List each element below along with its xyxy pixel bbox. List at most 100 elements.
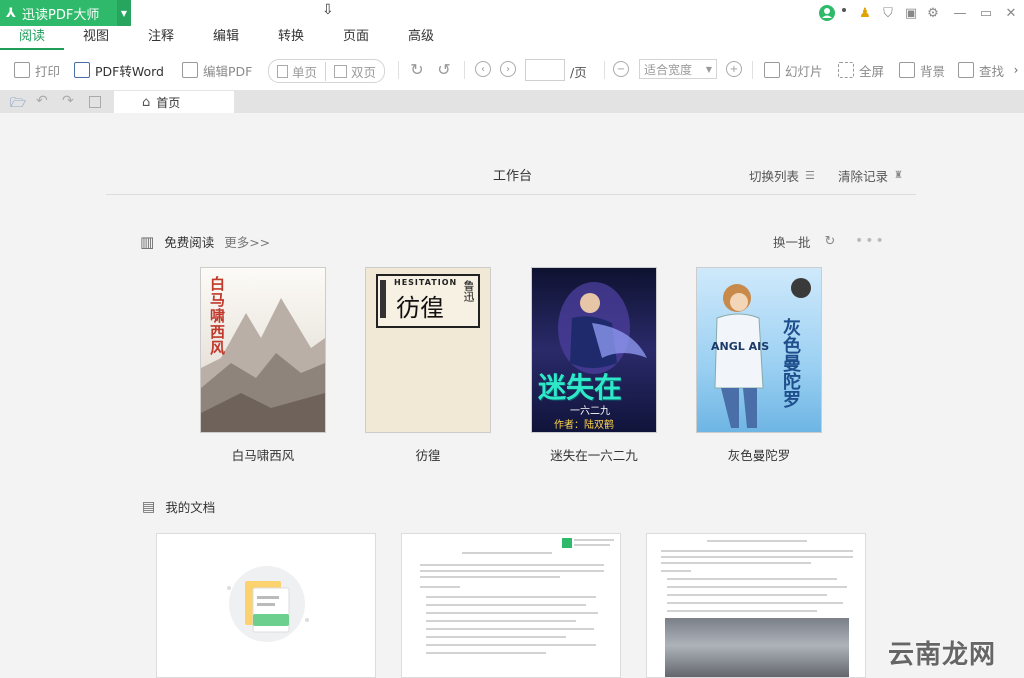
settings-icon[interactable]: ⚙ [924, 4, 942, 22]
app-logo-icon [562, 538, 572, 548]
title-bar: ⅄ 迅读PDF大师 ▼ ⇩ ♟ ⛉ ▣ ⚙ — ▭ ✕ [0, 0, 1024, 26]
menu-tab-view[interactable]: 视图 [64, 26, 128, 48]
book-cover-subtitle: 一六二九 [570, 406, 610, 417]
single-page-icon [277, 64, 288, 78]
toolbar-divider [464, 61, 465, 79]
book-title[interactable]: 白马啸西风 [183, 445, 343, 464]
single-page-button[interactable]: 单页 [269, 62, 325, 81]
free-reading-title: 免费阅读 [164, 235, 215, 250]
book-cover-subtitle: ANGL AIS [711, 340, 770, 353]
background-button[interactable]: 背景 [899, 60, 945, 80]
divider [106, 194, 916, 195]
previous-page-icon[interactable]: ‹ [475, 61, 491, 77]
rotate-clockwise-icon[interactable]: ↻ [409, 60, 425, 79]
switch-list-label: 切换列表 [749, 169, 800, 184]
single-page-label: 单页 [292, 64, 318, 80]
book-cover-author: 作者：陆双鹤 [554, 420, 614, 431]
app-menu-button[interactable]: ⅄ 迅读PDF大师 ▼ [0, 0, 131, 26]
toolbar-more-icon[interactable]: › [1008, 58, 1024, 82]
background-icon [899, 62, 915, 78]
redo-icon[interactable]: ↷ [62, 93, 74, 109]
change-batch-label: 换一批 [773, 235, 811, 250]
fullscreen-button[interactable]: 全屏 [838, 60, 884, 80]
menu-tab-page[interactable]: 页面 [324, 26, 388, 48]
shirt-icon[interactable]: ⛉ [879, 4, 897, 22]
double-page-label: 双页 [351, 64, 377, 80]
status-dot [842, 8, 846, 12]
book-cover-subtitle: HESITATION [394, 278, 458, 287]
pdf-to-word-button[interactable]: PDF转Word [74, 60, 164, 80]
chevron-down-icon[interactable]: ▼ [117, 0, 131, 26]
undo-icon[interactable]: ↶ [36, 93, 48, 109]
user-avatar-icon[interactable] [818, 4, 836, 22]
document-card[interactable] [646, 533, 866, 678]
book-cover[interactable]: ANGL AIS 灰色曼陀罗 [697, 268, 821, 432]
more-link[interactable]: 更多>> [224, 232, 270, 251]
find-button[interactable]: 查找 [958, 60, 1004, 80]
tab-home-label: 首页 [156, 95, 181, 110]
next-page-icon[interactable]: › [500, 61, 516, 77]
empty-document-illustration [227, 566, 309, 642]
print-button[interactable]: 打印 [14, 60, 60, 80]
app-name: 迅读PDF大师 [22, 7, 100, 23]
open-folder-icon[interactable]: 🗁 [10, 94, 26, 116]
zoom-select[interactable]: 适合宽度 ▼ [639, 59, 717, 79]
rotate-counterclockwise-icon[interactable]: ↺ [436, 60, 452, 79]
home-icon: ⌂ [142, 94, 151, 110]
toolbar: 打印 PDF转Word 编辑PDF 单页 双页 ↻ ↺ ‹ › /页 − 适合宽… [0, 50, 1024, 91]
printer-icon [14, 62, 30, 78]
more-options-icon[interactable]: ••• [855, 233, 886, 249]
book-cover-title: 彷徨 [396, 294, 444, 322]
pdf-to-word-icon [74, 62, 90, 78]
free-reading-header: ▥ 免费阅读 更多>> [140, 232, 270, 251]
menu-tab-annotate[interactable]: 注释 [129, 26, 193, 48]
clear-history-button[interactable]: 清除记录 ♜ [838, 166, 903, 185]
menu-tab-advanced[interactable]: 高级 [389, 26, 453, 48]
page-number-input[interactable] [525, 59, 565, 81]
slideshow-icon [764, 62, 780, 78]
document-card-empty[interactable] [156, 533, 376, 678]
close-icon[interactable]: ✕ [1002, 4, 1020, 22]
zoom-select-value: 适合宽度 [644, 62, 693, 77]
toolbar-divider [398, 61, 399, 79]
workbench-title: 工作台 [493, 169, 533, 184]
tab-home[interactable]: ⌂ 首页 [114, 91, 234, 113]
zoom-in-icon[interactable]: + [726, 61, 742, 77]
book-title[interactable]: 迷失在一六二九 [514, 445, 674, 464]
change-batch-button[interactable]: 换一批 ↻ [773, 232, 835, 251]
pdf-to-word-label: PDF转Word [95, 63, 164, 79]
double-page-icon [334, 64, 348, 78]
book-cover-title: 灰色曼陀罗 [780, 318, 801, 408]
maximize-icon[interactable]: ▭ [977, 4, 995, 22]
double-page-button[interactable]: 双页 [325, 61, 384, 81]
edit-pdf-button[interactable]: 编辑PDF [182, 60, 252, 80]
book-cover[interactable]: HESITATION 彷徨 鲁迅 [366, 268, 490, 432]
book-cover[interactable]: 迷失在 一六二九 作者：陆双鹤 [532, 268, 656, 432]
search-icon [958, 62, 974, 78]
book-title[interactable]: 彷徨 [348, 445, 508, 464]
edit-pdf-label: 编辑PDF [203, 63, 253, 79]
edit-icon [182, 62, 198, 78]
menu-tab-read[interactable]: 阅读 [0, 26, 64, 50]
fullscreen-icon [838, 62, 854, 78]
notification-icon[interactable]: ♟ [856, 4, 874, 22]
switch-list-button[interactable]: 切换列表 ☰ [749, 166, 815, 185]
print-label: 打印 [35, 63, 61, 79]
slideshow-button[interactable]: 幻灯片 [764, 60, 823, 80]
find-label: 查找 [979, 63, 1005, 79]
page-total-label: /页 [570, 65, 587, 80]
document-card[interactable] [401, 533, 621, 678]
document-icon: ▤ [142, 498, 156, 515]
message-icon[interactable]: ▣ [902, 4, 920, 22]
menu-tab-convert[interactable]: 转换 [259, 26, 323, 48]
book-cover[interactable]: 白马啸西风 [201, 268, 325, 432]
save-icon[interactable] [89, 96, 101, 108]
menu-tab-edit[interactable]: 编辑 [194, 26, 258, 48]
minimize-icon[interactable]: — [951, 4, 969, 22]
zoom-out-icon[interactable]: − [613, 61, 629, 77]
app-logo-icon: ⅄ [6, 5, 16, 21]
toolbar-divider [604, 61, 605, 79]
book-cover-seal [380, 280, 386, 318]
book-cover-title: 迷失在 [538, 371, 623, 404]
book-title[interactable]: 灰色曼陀罗 [679, 445, 839, 464]
